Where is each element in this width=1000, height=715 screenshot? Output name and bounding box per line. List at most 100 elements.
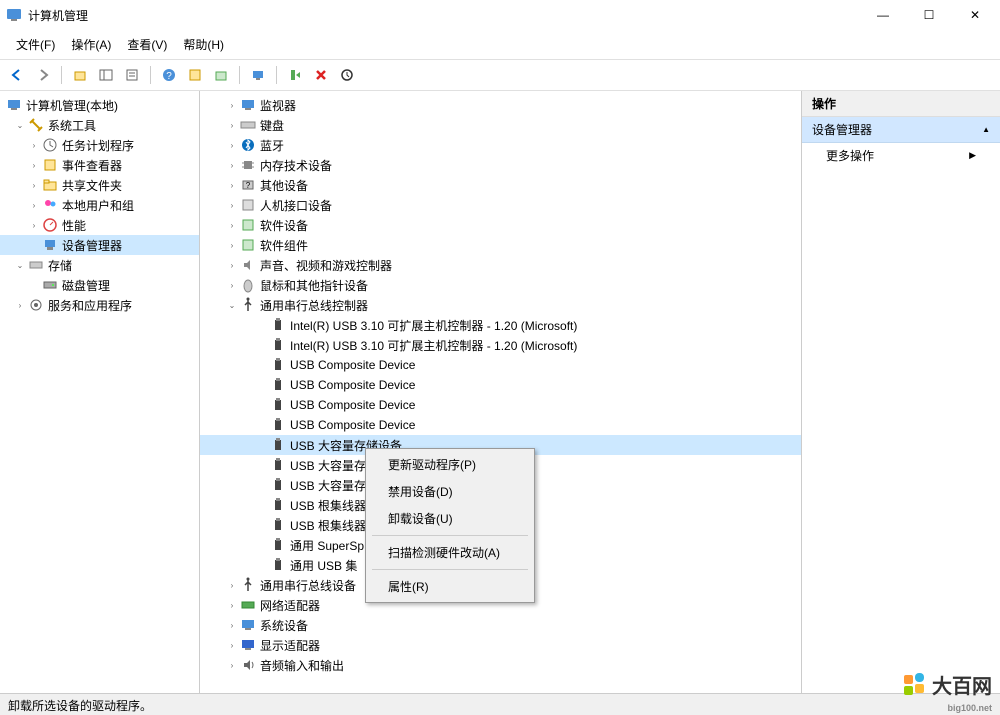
twisty-icon[interactable]: ›: [226, 139, 238, 151]
actions-section[interactable]: 设备管理器 ▲: [802, 117, 1000, 143]
tree-event-viewer[interactable]: 事件查看器: [62, 157, 122, 174]
device-category[interactable]: ›声音、视频和游戏控制器: [200, 255, 801, 275]
device-category[interactable]: ›显示适配器: [200, 635, 801, 655]
device-tree[interactable]: ›监视器›键盘›蓝牙›内存技术设备›?其他设备›人机接口设备›软件设备›软件组件…: [200, 91, 802, 710]
close-button[interactable]: ✕: [952, 0, 998, 30]
tree-device-manager[interactable]: 设备管理器: [62, 237, 122, 254]
tree-task-scheduler[interactable]: 任务计划程序: [62, 137, 134, 154]
scan-hardware-button[interactable]: [247, 64, 269, 86]
context-update-driver[interactable]: 更新驱动程序(P): [368, 451, 532, 478]
tree-root[interactable]: 计算机管理(本地): [26, 97, 118, 114]
menu-view[interactable]: 查看(V): [119, 32, 175, 57]
tree-performance[interactable]: 性能: [62, 217, 86, 234]
menu-action[interactable]: 操作(A): [63, 32, 119, 57]
other-icon: ?: [240, 177, 256, 193]
separator: [61, 66, 62, 84]
enable-button[interactable]: [284, 64, 306, 86]
device-label: USB Composite Device: [290, 378, 415, 392]
twisty-icon[interactable]: ›: [226, 659, 238, 671]
up-button[interactable]: [69, 64, 91, 86]
twisty-icon[interactable]: ⌄: [226, 299, 238, 311]
device-manager-icon: [42, 237, 58, 253]
context-menu: 更新驱动程序(P) 禁用设备(D) 卸载设备(U) 扫描检测硬件改动(A) 属性…: [365, 448, 535, 603]
device-category[interactable]: ›键盘: [200, 115, 801, 135]
refresh-button[interactable]: [336, 64, 358, 86]
device-label: 人机接口设备: [260, 197, 332, 214]
tool-icon[interactable]: [184, 64, 206, 86]
expand-icon[interactable]: ›: [28, 219, 40, 231]
properties-button[interactable]: [121, 64, 143, 86]
context-scan-hardware[interactable]: 扫描检测硬件改动(A): [368, 539, 532, 566]
device-category[interactable]: › 音频输入和输出: [200, 655, 801, 675]
twisty-icon[interactable]: ›: [226, 579, 238, 591]
tree-services[interactable]: 服务和应用程序: [48, 297, 132, 314]
device-category[interactable]: ›鼠标和其他指针设备: [200, 275, 801, 295]
tree-storage[interactable]: 存储: [48, 257, 72, 274]
device-category[interactable]: ›系统设备: [200, 615, 801, 635]
collapse-icon[interactable]: ▲: [982, 125, 990, 134]
menu-file[interactable]: 文件(F): [8, 32, 63, 57]
collapse-icon[interactable]: ⌄: [14, 259, 26, 271]
uninstall-button[interactable]: [310, 64, 332, 86]
twisty-icon[interactable]: ›: [226, 259, 238, 271]
help-button[interactable]: ?: [158, 64, 180, 86]
device-item[interactable]: USB Composite Device: [200, 355, 801, 375]
usbdev-icon: [270, 457, 286, 473]
forward-button[interactable]: [32, 64, 54, 86]
twisty-icon[interactable]: ›: [226, 119, 238, 131]
device-label: 通用 USB 集: [290, 557, 357, 574]
twisty-icon[interactable]: ›: [226, 179, 238, 191]
twisty-icon[interactable]: ›: [226, 619, 238, 631]
collapse-icon[interactable]: ⌄: [14, 119, 26, 131]
usbdev-icon: [270, 377, 286, 393]
expand-icon[interactable]: ›: [28, 139, 40, 151]
device-category[interactable]: ›软件组件: [200, 235, 801, 255]
twisty-icon[interactable]: ›: [226, 599, 238, 611]
twisty-icon[interactable]: ›: [226, 639, 238, 651]
twisty-icon[interactable]: ›: [226, 279, 238, 291]
device-label: 音频输入和输出: [260, 657, 344, 674]
back-button[interactable]: [6, 64, 28, 86]
minimize-button[interactable]: —: [860, 0, 906, 30]
tree-shared-folders[interactable]: 共享文件夹: [62, 177, 122, 194]
expand-icon[interactable]: ›: [28, 159, 40, 171]
device-item[interactable]: Intel(R) USB 3.10 可扩展主机控制器 - 1.20 (Micro…: [200, 315, 801, 335]
computer-icon: [6, 97, 22, 113]
device-item[interactable]: USB Composite Device: [200, 375, 801, 395]
expand-icon[interactable]: ›: [28, 199, 40, 211]
twisty-icon[interactable]: ›: [226, 239, 238, 251]
context-disable-device[interactable]: 禁用设备(D): [368, 478, 532, 505]
navigation-tree[interactable]: 计算机管理(本地) ⌄ 系统工具 › 任务计划程序 › 事件查看器 › 共享文件夹 › 本…: [0, 91, 200, 710]
tree-disk-mgmt[interactable]: 磁盘管理: [62, 277, 110, 294]
context-properties[interactable]: 属性(R): [368, 573, 532, 600]
tree-local-users[interactable]: 本地用户和组: [62, 197, 134, 214]
device-category[interactable]: ›软件设备: [200, 215, 801, 235]
show-hide-tree-button[interactable]: [95, 64, 117, 86]
device-category[interactable]: ›蓝牙: [200, 135, 801, 155]
expand-icon[interactable]: ›: [28, 179, 40, 191]
usbdev-icon: [270, 437, 286, 453]
twisty-icon[interactable]: ›: [226, 219, 238, 231]
device-category[interactable]: ›内存技术设备: [200, 155, 801, 175]
device-category[interactable]: ›监视器: [200, 95, 801, 115]
tool-icon[interactable]: [210, 64, 232, 86]
svg-text:?: ?: [166, 71, 172, 82]
twisty-icon[interactable]: ›: [226, 159, 238, 171]
device-item[interactable]: USB Composite Device: [200, 395, 801, 415]
twisty-icon[interactable]: ›: [226, 199, 238, 211]
usb-icon: [240, 577, 256, 593]
device-label: Intel(R) USB 3.10 可扩展主机控制器 - 1.20 (Micro…: [290, 317, 577, 334]
hid-icon: [240, 197, 256, 213]
menu-help[interactable]: 帮助(H): [175, 32, 232, 57]
device-category[interactable]: › 人机接口设备: [200, 195, 801, 215]
context-uninstall-device[interactable]: 卸载设备(U): [368, 505, 532, 532]
device-item[interactable]: Intel(R) USB 3.10 可扩展主机控制器 - 1.20 (Micro…: [200, 335, 801, 355]
twisty-icon[interactable]: ›: [226, 99, 238, 111]
maximize-button[interactable]: ☐: [906, 0, 952, 30]
expand-icon[interactable]: ›: [14, 299, 26, 311]
tree-system-tools[interactable]: 系统工具: [48, 117, 96, 134]
device-category-usb[interactable]: ⌄通用串行总线控制器: [200, 295, 801, 315]
more-actions[interactable]: 更多操作 ▶: [802, 143, 1000, 168]
device-category[interactable]: ›?其他设备: [200, 175, 801, 195]
device-item[interactable]: USB Composite Device: [200, 415, 801, 435]
